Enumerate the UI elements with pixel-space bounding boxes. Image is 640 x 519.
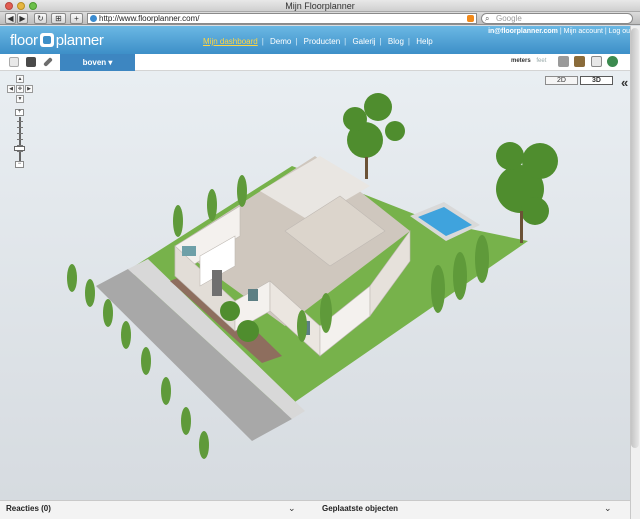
zoom-tick <box>17 121 23 122</box>
reload-button[interactable]: ↻ <box>34 13 47 24</box>
new-tab-button[interactable]: + <box>70 13 83 24</box>
unit-meters[interactable]: meters <box>511 58 531 64</box>
main-navigation: Mijn dashboard | Demo | Producten | Galerij… <box>203 37 433 46</box>
placed-objects-panel-label[interactable]: Geplaatste objecten <box>322 504 398 513</box>
tree-trunk <box>520 211 523 243</box>
search-input[interactable]: ⌕ Google <box>481 13 633 24</box>
site-header: floor planner Mijn dashboard | Demo | Produ… <box>0 26 640 54</box>
tree-trunk <box>365 157 368 179</box>
user-email-link[interactable]: in@floorplanner.com <box>488 28 558 35</box>
search-icon: ⌕ <box>485 14 490 23</box>
globe-share-icon[interactable] <box>607 56 618 67</box>
reactions-expand-icon[interactable]: ⌄ <box>288 503 296 514</box>
logo-mark-icon <box>39 33 54 47</box>
zoom-tick <box>17 133 23 134</box>
browser-toolbar: ◀ ▶ ↻ ⊞ + http://www.floorplanner.com/ ⌕… <box>0 12 640 25</box>
print-icon[interactable] <box>558 56 569 67</box>
user-navigation: in@floorplanner.com | Mijn account | Log… <box>488 28 632 35</box>
zoom-tick <box>17 151 23 152</box>
address-bar[interactable]: http://www.floorplanner.com/ <box>87 13 477 24</box>
floorplan-3d-canvas[interactable]: 2D 3D ▲ ◀ ✥ ▶ ▼ + − <box>0 71 630 500</box>
pan-center-button[interactable]: ✥ <box>16 85 24 93</box>
tab-overview-button[interactable]: ⊞ <box>51 13 66 24</box>
window-title: Mijn Floorplanner <box>285 1 355 11</box>
nav-blog[interactable]: Blog <box>388 37 404 46</box>
window-titlebar: Mijn Floorplanner <box>0 0 640 12</box>
nav-help[interactable]: Help <box>416 37 432 46</box>
editor-toolbar: boven ▾ meters feet <box>0 54 640 71</box>
unit-feet[interactable]: feet <box>536 58 546 64</box>
save-icon[interactable] <box>26 57 36 67</box>
search-placeholder: Google <box>496 14 522 23</box>
nav-galerij[interactable]: Galerij <box>352 37 375 46</box>
nav-mijn-dashboard[interactable]: Mijn dashboard <box>203 37 258 46</box>
zoom-tick <box>17 139 23 140</box>
zoom-tick <box>17 127 23 128</box>
unit-switch: meters feet <box>511 58 546 64</box>
zoom-out-button[interactable]: − <box>15 161 24 168</box>
logo-text-right: planner <box>55 32 104 49</box>
scrollbar-thumb[interactable] <box>631 28 639 448</box>
pan-right-button[interactable]: ▶ <box>25 85 33 93</box>
forward-button[interactable]: ▶ <box>17 13 28 24</box>
logout-link[interactable]: Log out <box>609 28 632 35</box>
view-2d-button[interactable]: 2D <box>545 76 578 85</box>
pan-up-button[interactable]: ▲ <box>16 75 24 83</box>
address-text: http://www.floorplanner.com/ <box>99 14 200 23</box>
site-favicon-icon <box>90 15 97 22</box>
view-3d-button[interactable]: 3D <box>580 76 613 85</box>
floor-selector-tab[interactable]: boven ▾ <box>60 54 135 71</box>
rss-icon[interactable] <box>467 15 474 22</box>
3d-scene <box>67 93 558 459</box>
pan-left-button[interactable]: ◀ <box>7 85 15 93</box>
window <box>182 246 196 256</box>
email-icon[interactable] <box>591 56 602 67</box>
placed-objects-expand-icon[interactable]: ⌄ <box>604 503 612 514</box>
back-button[interactable]: ◀ <box>5 13 16 24</box>
new-document-icon[interactable] <box>9 57 19 67</box>
nav-producten[interactable]: Producten <box>304 37 340 46</box>
my-account-link[interactable]: Mijn account <box>564 28 603 35</box>
floorplanner-logo[interactable]: floor planner <box>10 32 104 49</box>
front-door <box>212 270 222 296</box>
image-export-icon[interactable] <box>574 56 585 67</box>
pan-down-button[interactable]: ▼ <box>16 95 24 103</box>
logo-text-left: floor <box>10 32 38 49</box>
bottom-panel-bar: Reacties (0) ⌄ Geplaatste objecten ⌄ <box>0 500 630 519</box>
wrench-icon[interactable] <box>43 57 53 67</box>
vertical-scrollbar[interactable] <box>630 26 640 519</box>
zoom-in-button[interactable]: + <box>15 109 24 116</box>
reactions-panel-label[interactable]: Reacties (0) <box>6 504 51 513</box>
window <box>248 289 258 301</box>
nav-demo[interactable]: Demo <box>270 37 291 46</box>
zoom-slider-thumb[interactable] <box>14 146 25 151</box>
